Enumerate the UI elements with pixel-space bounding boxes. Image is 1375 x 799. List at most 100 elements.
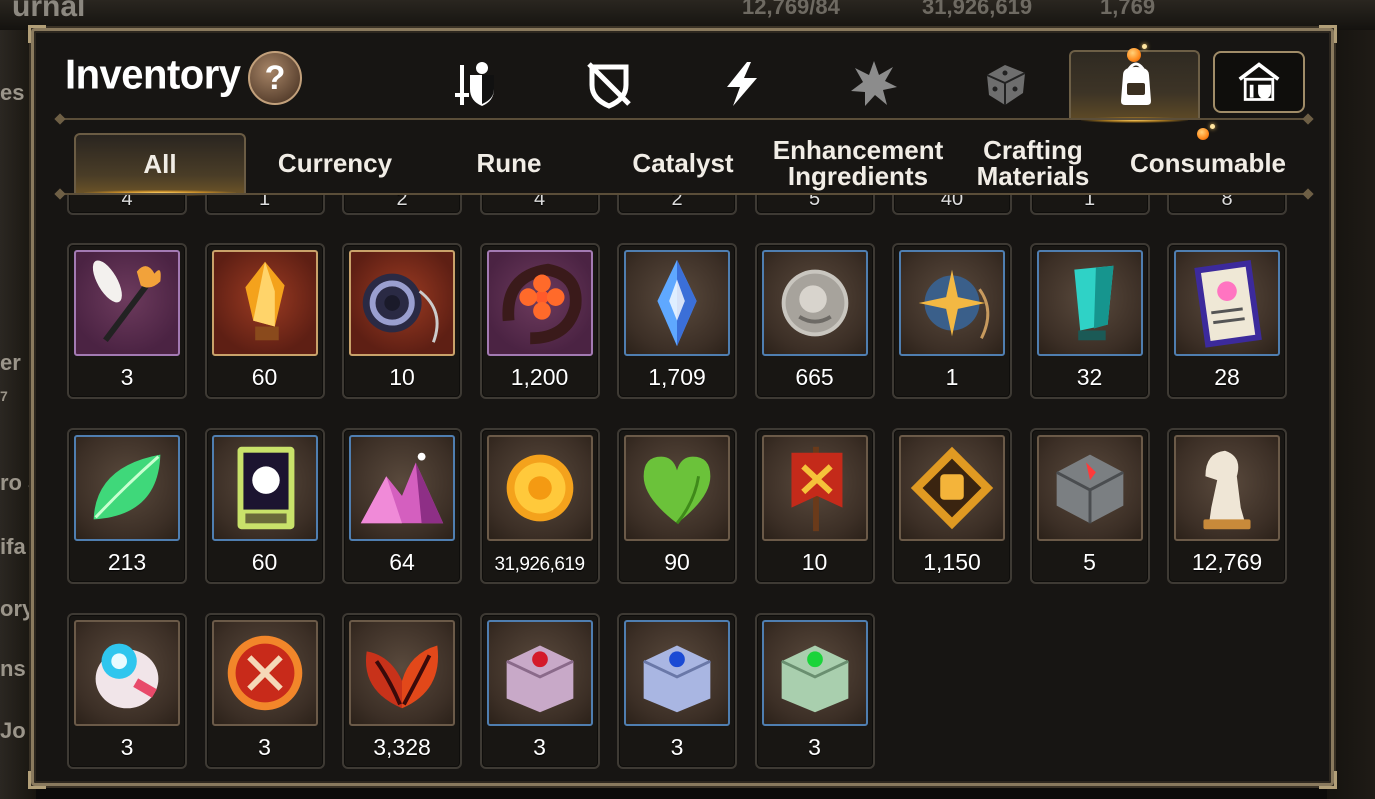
tab-currency[interactable]: Currency xyxy=(250,133,420,193)
inventory-slot[interactable]: 665 xyxy=(754,243,875,399)
crossed-shield-icon xyxy=(587,62,631,109)
inventory-slot-partial[interactable]: 2 xyxy=(617,195,737,215)
item-frame xyxy=(1036,250,1143,356)
item-frame xyxy=(486,435,593,541)
tab-all[interactable]: All xyxy=(74,133,246,196)
card-icon xyxy=(237,446,294,530)
gold-coin-icon xyxy=(506,454,573,522)
inventory-slot-partial[interactable]: 2 xyxy=(342,195,462,215)
inventory-slot-partial[interactable]: 1 xyxy=(204,195,325,215)
tab-consumable[interactable]: Consumable xyxy=(1122,133,1294,193)
bag-icon xyxy=(1121,62,1151,105)
category-tab-bag[interactable] xyxy=(1096,53,1176,115)
inventory-slot[interactable]: 1,709 xyxy=(617,243,737,399)
item-count: 3 xyxy=(670,734,684,760)
item-frame xyxy=(761,435,868,541)
fist-emblem-icon xyxy=(910,446,994,530)
inventory-slot[interactable]: 28 xyxy=(1167,243,1287,399)
green-chest-icon xyxy=(780,645,849,713)
category-tab-dice[interactable] xyxy=(966,53,1046,115)
inventory-slot[interactable]: 3,328 xyxy=(342,613,462,769)
inventory-slot[interactable]: 10 xyxy=(342,243,462,399)
item-frame xyxy=(624,250,730,356)
tab-enhancement-ingredients[interactable]: Enhancement Ingredients xyxy=(772,133,944,193)
feather-wand-icon xyxy=(92,260,161,343)
tab-crafting-materials[interactable]: Crafting Materials xyxy=(948,133,1118,193)
chess-knight-icon xyxy=(1203,450,1251,530)
teal-crystal-icon xyxy=(1073,265,1114,341)
item-frame xyxy=(211,620,318,726)
heart-icon xyxy=(643,456,711,525)
inventory-slot-partial[interactable]: 8 xyxy=(1167,195,1287,215)
item-count: 28 xyxy=(1214,364,1240,390)
tab-catalyst[interactable]: Catalyst xyxy=(598,133,768,193)
tab-rune[interactable]: Rune xyxy=(424,133,594,193)
item-count: 60 xyxy=(251,549,278,575)
category-tab-gear[interactable] xyxy=(437,53,517,115)
item-count: 3 xyxy=(120,734,134,760)
item-frame xyxy=(761,250,868,356)
category-tab-skill[interactable] xyxy=(702,53,782,115)
item-frame xyxy=(349,620,455,726)
inventory-slot[interactable]: 3 xyxy=(479,613,600,769)
inventory-slot[interactable]: 213 xyxy=(67,428,187,584)
background-right-panel xyxy=(1327,30,1375,799)
category-tab-unequipped[interactable] xyxy=(569,53,649,115)
item-count: 5 xyxy=(1083,549,1096,575)
frame-corner xyxy=(1319,25,1337,43)
item-frame xyxy=(624,435,730,541)
inventory-slot[interactable]: 60 xyxy=(204,243,325,399)
inventory-slot[interactable]: 32 xyxy=(1029,243,1150,399)
item-frame xyxy=(1174,250,1280,356)
item-count: 31,926,619 xyxy=(494,554,585,575)
burst-icon xyxy=(851,61,897,106)
item-count: 1 xyxy=(945,364,959,390)
item-frame xyxy=(211,250,318,356)
item-count: 60 xyxy=(251,364,278,390)
inventory-slot[interactable]: 5 xyxy=(1029,428,1150,584)
item-frame xyxy=(74,620,180,726)
inventory-slot[interactable]: 3 xyxy=(617,613,737,769)
inventory-slot-partial[interactable]: 4 xyxy=(67,195,187,215)
inventory-slot[interactable]: 3 xyxy=(204,613,325,769)
page-title: Inventory xyxy=(65,51,241,99)
inventory-slot[interactable]: 12,769 xyxy=(1167,428,1287,584)
house-icon xyxy=(1238,62,1280,101)
item-count: 1,709 xyxy=(648,364,706,390)
item-frame xyxy=(761,620,868,726)
pink-crystal-pile-icon xyxy=(360,452,444,524)
inventory-slot-partial[interactable]: 4 xyxy=(479,195,600,215)
blue-chest-icon xyxy=(643,645,711,713)
frame-corner xyxy=(1319,771,1337,789)
item-count: 4 xyxy=(533,195,546,210)
frame-corner xyxy=(28,25,46,43)
item-count: 32 xyxy=(1076,364,1103,390)
inventory-slot[interactable]: 3 xyxy=(754,613,875,769)
inventory-slot[interactable]: 1 xyxy=(892,243,1012,399)
storage-house-button[interactable] xyxy=(1213,51,1305,113)
amber-crystal-icon xyxy=(244,261,285,341)
inventory-slot-partial[interactable]: 40 xyxy=(892,195,1012,215)
inventory-slot[interactable]: 1,200 xyxy=(479,243,600,399)
inventory-slot-partial[interactable]: 1 xyxy=(1029,195,1150,215)
inventory-slot[interactable]: 90 xyxy=(617,428,737,584)
blue-gem-icon xyxy=(657,259,697,347)
help-button[interactable]: ? xyxy=(248,51,302,105)
inventory-slot[interactable]: 10 xyxy=(754,428,875,584)
stone-cube-icon xyxy=(1055,454,1124,524)
divider xyxy=(60,118,1308,120)
item-frame xyxy=(899,250,1005,356)
item-frame xyxy=(211,435,318,541)
inventory-slot[interactable]: 60 xyxy=(204,428,325,584)
item-count: 10 xyxy=(801,549,828,575)
inventory-slot-partial[interactable]: 5 xyxy=(754,195,875,215)
item-count: 1,200 xyxy=(510,364,569,390)
inventory-slot[interactable]: 31,926,619 xyxy=(479,428,600,584)
inventory-slot[interactable]: 3 xyxy=(67,613,187,769)
inventory-slot[interactable]: 1,150 xyxy=(892,428,1012,584)
inventory-slot[interactable]: 64 xyxy=(342,428,462,584)
notification-dot xyxy=(1197,124,1215,140)
category-tab-relic[interactable] xyxy=(834,53,914,115)
item-count: 10 xyxy=(389,364,415,390)
inventory-slot[interactable]: 3 xyxy=(67,243,187,399)
